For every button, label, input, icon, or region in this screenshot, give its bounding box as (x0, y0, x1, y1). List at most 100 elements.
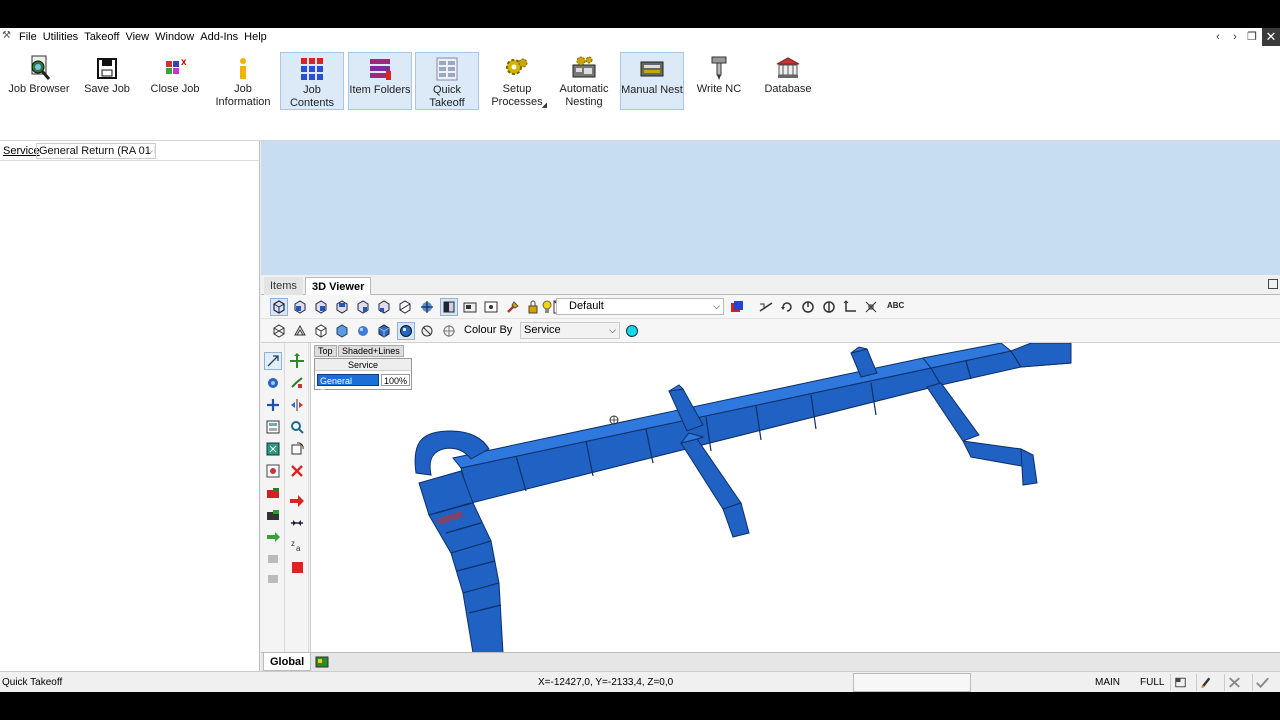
rotate-icon[interactable] (779, 299, 795, 315)
application-window: ⚒ File Utilities Takeoff View Window Add… (0, 28, 1280, 692)
colour-by-select[interactable]: Service ⌵ (520, 322, 620, 339)
wireframe-icon[interactable] (271, 323, 287, 339)
outline-cube-icon[interactable] (313, 323, 329, 339)
duct-model[interactable] (311, 343, 1280, 653)
text-label-tool[interactable]: ABC (887, 301, 904, 310)
sort-icon[interactable]: za (289, 537, 305, 553)
tab-global[interactable]: Global (263, 653, 312, 671)
item-folders-button[interactable]: Item Folders (348, 52, 412, 110)
nav-forward-icon[interactable]: › (1227, 28, 1243, 46)
database-button[interactable]: Database (760, 52, 816, 112)
maximize-panel-icon[interactable] (1268, 279, 1278, 289)
delete-icon[interactable] (289, 463, 305, 479)
info-icon (240, 58, 246, 79)
3d-viewport[interactable]: Top Shaded+Lines Service General Return … (311, 343, 1280, 653)
restore-window-icon[interactable]: ❐ (1244, 28, 1260, 46)
view-left-icon[interactable] (334, 299, 350, 315)
view-toolbar-row-1: Default ⌵ ABC (261, 295, 1280, 319)
service-select[interactable]: General Return (RA 01 D ⌵ (36, 142, 156, 159)
cancel-icon[interactable] (1224, 674, 1244, 691)
colour-swatch-icon[interactable] (624, 323, 640, 339)
save-job-button[interactable]: Save Job (80, 52, 134, 112)
close-window-button[interactable]: ✕ (1262, 28, 1280, 46)
find-icon[interactable] (289, 419, 305, 435)
section-box-icon[interactable] (440, 298, 458, 316)
menu-takeoff[interactable]: Takeoff (81, 28, 122, 46)
menu-file[interactable]: File (16, 28, 40, 46)
zoom-globe-icon[interactable] (265, 375, 281, 391)
job-browser-icon (31, 55, 51, 80)
cursor-coordinates: X=-12427,0, Y=-2133,4, Z=0,0 (538, 677, 674, 688)
job-information-button[interactable]: Job Information (212, 52, 274, 112)
camera-green-icon[interactable] (265, 507, 281, 523)
setup-processes-button[interactable]: Setup Processes ◢ (486, 52, 548, 112)
menu-view[interactable]: View (122, 28, 152, 46)
hidden-line-icon[interactable] (292, 323, 308, 339)
grid-snap-icon[interactable] (441, 323, 457, 339)
confirm-check-icon[interactable] (1252, 674, 1272, 691)
tool-sidebar: za (261, 343, 311, 653)
pencil-icon[interactable] (1196, 674, 1216, 691)
orbit-icon[interactable] (800, 299, 816, 315)
view-right-icon[interactable] (355, 299, 371, 315)
mirror-icon[interactable] (289, 397, 305, 413)
save-icon (97, 58, 117, 79)
zoom-window-icon[interactable] (265, 463, 281, 479)
job-browser-button[interactable]: Job Browser (8, 52, 70, 112)
menu-add-ins[interactable]: Add-Ins (197, 28, 241, 46)
move-arrows-icon[interactable] (289, 353, 305, 369)
write-nc-button[interactable]: Write NC (692, 52, 746, 112)
smooth-shade-icon[interactable] (355, 323, 371, 339)
properties-icon[interactable] (265, 419, 281, 435)
clip-plane-icon[interactable] (462, 299, 478, 315)
shaded-cube-icon[interactable] (376, 323, 392, 339)
view-iso-icon[interactable] (270, 298, 288, 316)
walk-icon[interactable] (821, 299, 837, 315)
service-label[interactable]: Service (0, 145, 40, 157)
zoom-extents-icon[interactable] (265, 441, 281, 457)
layer-flag-icon[interactable] (315, 656, 329, 668)
close-job-button[interactable]: x Close Job (148, 52, 202, 112)
pan-view-icon[interactable] (419, 299, 435, 315)
disabled-tool-icon[interactable] (265, 551, 281, 567)
layout-icon[interactable] (1170, 674, 1190, 691)
dimension-icon[interactable] (842, 299, 858, 315)
snapshot-icon[interactable] (483, 299, 499, 315)
measure-icon[interactable] (758, 299, 774, 315)
view-preset-select[interactable]: Default ⌵ (556, 298, 724, 315)
transparent-icon[interactable] (419, 323, 435, 339)
nav-back-icon[interactable]: ‹ (1210, 28, 1226, 46)
view-top-icon[interactable] (376, 299, 392, 315)
red-arrow-icon[interactable] (289, 493, 305, 509)
rotate-item-icon[interactable] (289, 441, 305, 457)
layers-icon[interactable] (729, 299, 745, 315)
tab-3d-viewer[interactable]: 3D Viewer (305, 277, 372, 295)
view-front-icon[interactable] (292, 299, 308, 315)
copy-icon[interactable] (289, 375, 305, 391)
paint-brush-icon[interactable] (505, 299, 521, 315)
manual-nest-button[interactable]: Manual Nest (620, 52, 684, 110)
move-cross-icon[interactable] (265, 397, 281, 413)
shaded-lines-icon[interactable] (397, 322, 415, 340)
job-contents-icon (301, 58, 323, 80)
menu-help[interactable]: Help (241, 28, 270, 46)
view-back-icon[interactable] (313, 299, 329, 315)
snap-points-icon[interactable] (863, 299, 879, 315)
menu-utilities[interactable]: Utilities (40, 28, 81, 46)
branch-duct-3[interactable] (1010, 343, 1072, 368)
select-arrow-icon[interactable] (264, 352, 282, 370)
menu-window[interactable]: Window (152, 28, 197, 46)
camera-red-icon[interactable] (265, 485, 281, 501)
join-icon[interactable] (289, 515, 305, 531)
quick-takeoff-button[interactable]: Quick Takeoff (415, 52, 479, 110)
automatic-nesting-button[interactable]: Automatic Nesting (553, 52, 615, 112)
job-contents-button[interactable]: Job Contents (280, 52, 344, 110)
tab-items[interactable]: Items (264, 277, 303, 295)
status-main-indicator: MAIN (1095, 677, 1120, 688)
red-block-icon[interactable] (289, 559, 305, 575)
disabled-tool-2-icon[interactable] (265, 571, 281, 587)
flat-shade-icon[interactable] (334, 323, 350, 339)
view-bottom-icon[interactable] (397, 299, 413, 315)
main-duct-run[interactable] (452, 343, 1072, 504)
arrow-green-icon[interactable] (265, 529, 281, 545)
